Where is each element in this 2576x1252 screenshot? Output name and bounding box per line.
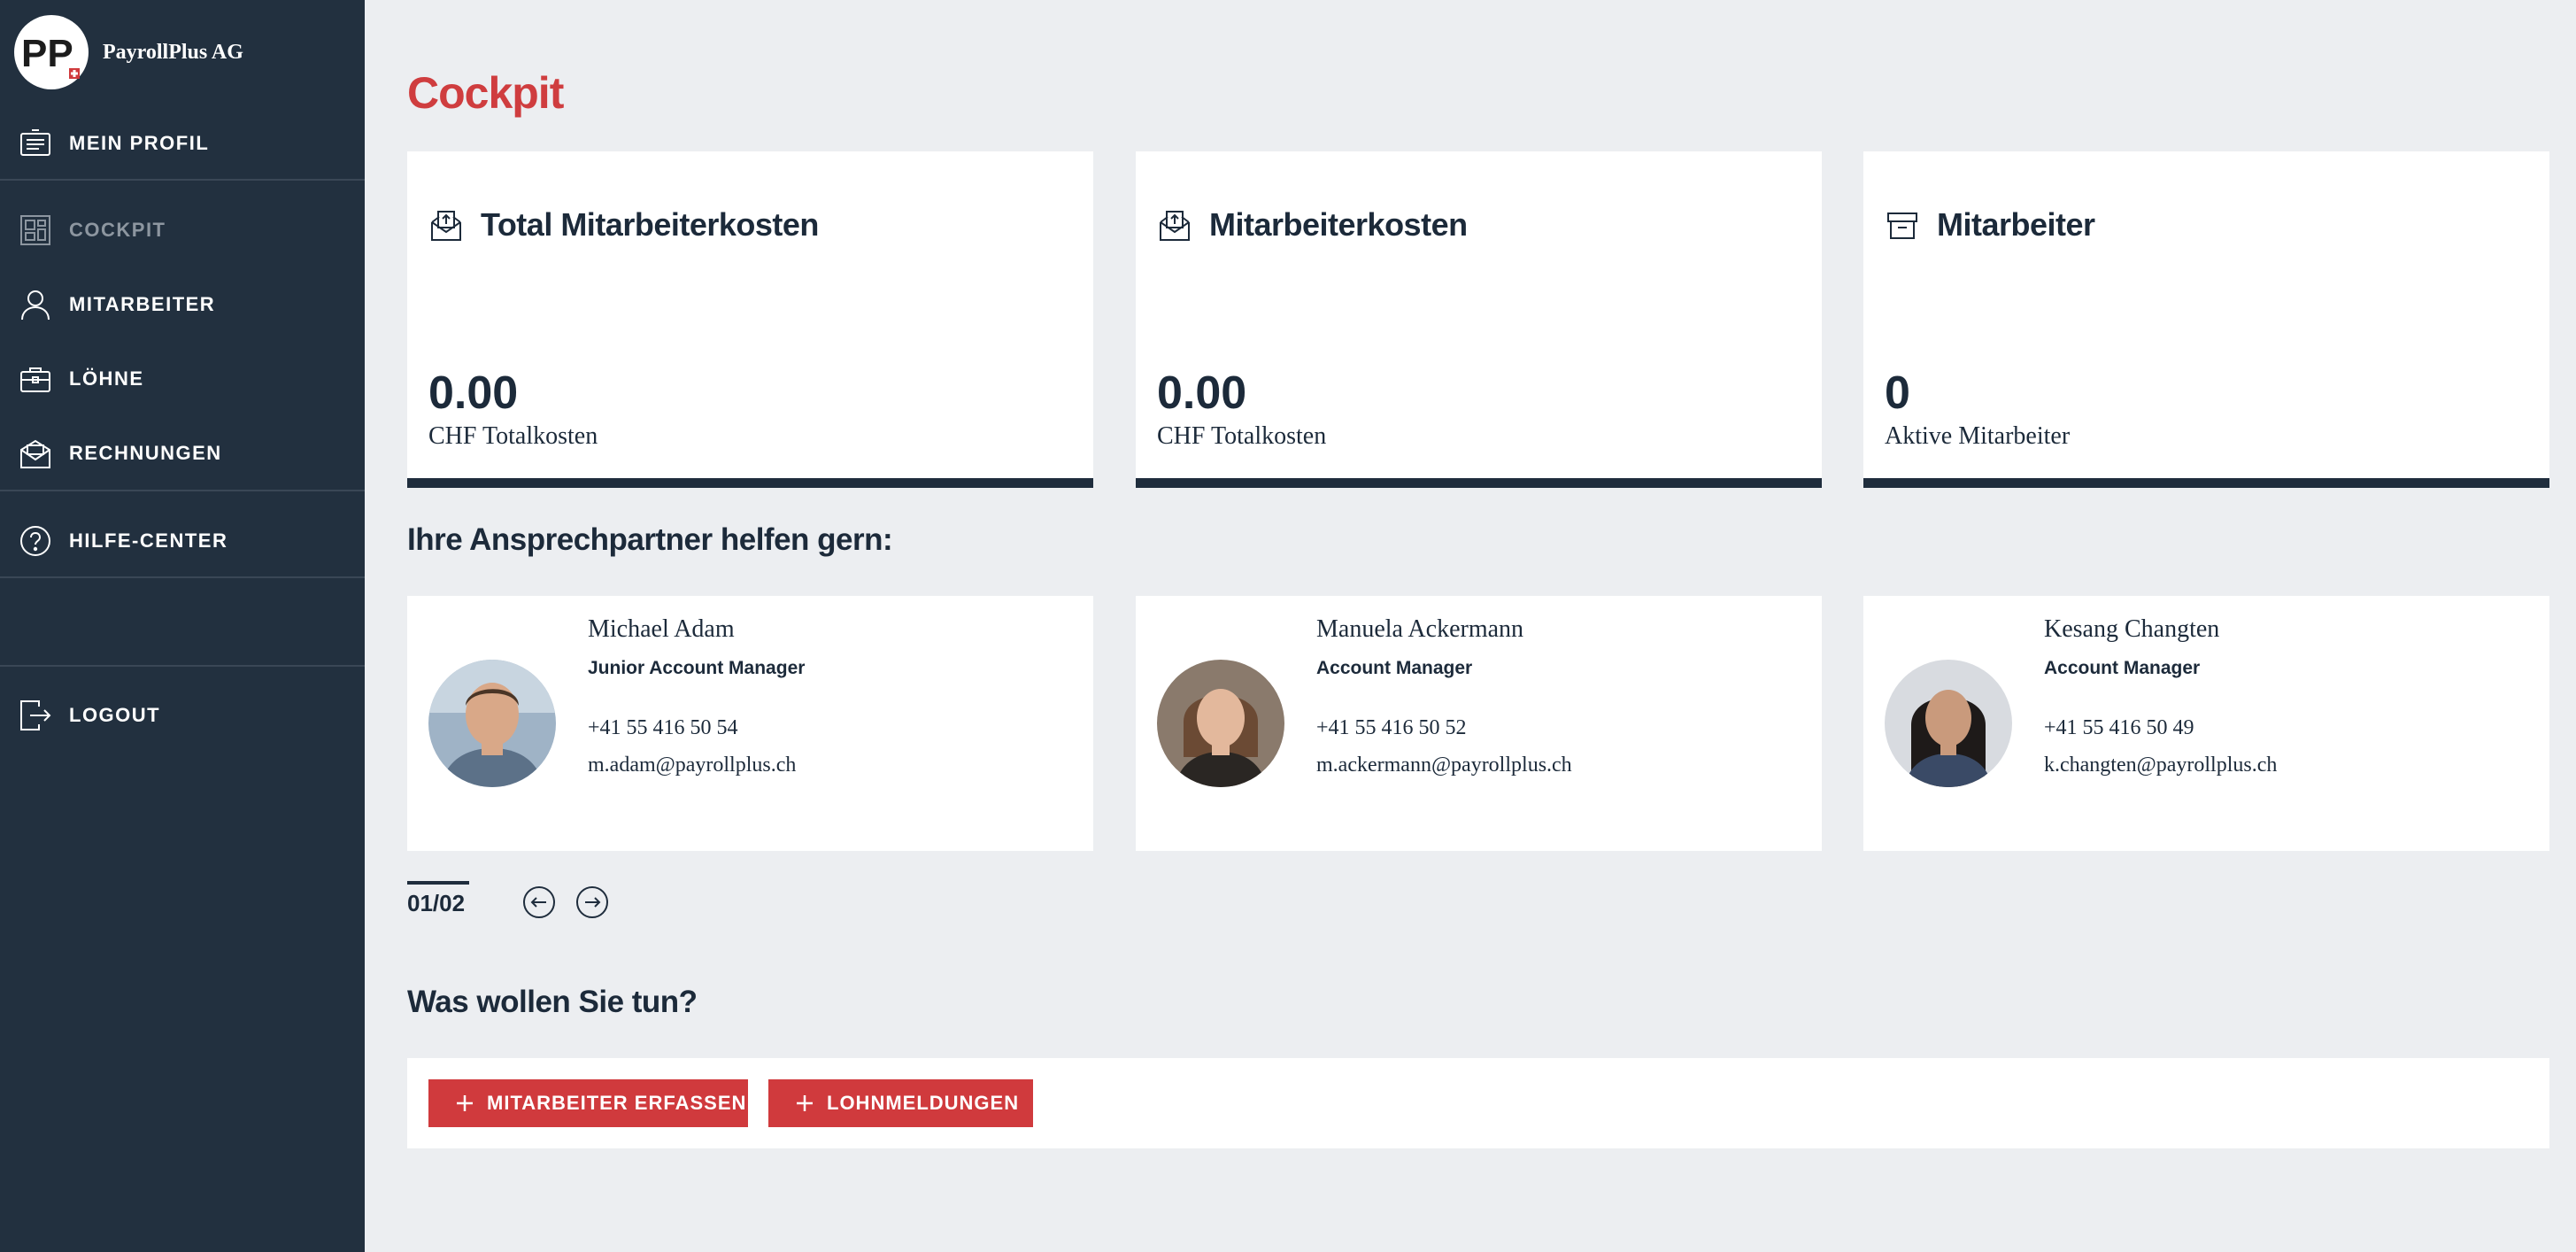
- contact-card: Michael Adam Junior Account Manager +41 …: [407, 596, 1093, 851]
- contact-card: Kesang Changten Account Manager +41 55 4…: [1863, 596, 2549, 851]
- contact-role: Junior Account Manager: [588, 658, 806, 678]
- sidebar-item-label: HILFE-CENTER: [69, 529, 228, 552]
- sidebar-item-label: MITARBEITER: [69, 293, 216, 315]
- sidebar-item-label: COCKPIT: [69, 219, 166, 241]
- profile-card-icon: [20, 129, 50, 156]
- plus-icon: [457, 1095, 473, 1111]
- archive-box-icon: [1887, 213, 1917, 239]
- avatar: [1157, 660, 1284, 787]
- stat-subtitle: Aktive Mitarbeiter: [1885, 422, 2071, 450]
- help-icon: [20, 526, 50, 556]
- briefcase-icon: [20, 367, 50, 392]
- contacts-section-title: Ihre Ansprechpartner helfen gern:: [407, 522, 893, 557]
- pager-text: 01/02: [407, 890, 466, 916]
- sidebar-item-label: LOGOUT: [69, 704, 161, 726]
- person-icon: [21, 290, 50, 321]
- stat-subtitle: CHF Totalkosten: [428, 422, 598, 450]
- action-label: MITARBEITER ERFASSEN: [487, 1092, 747, 1114]
- plus-icon: [797, 1095, 813, 1111]
- stat-card-total-mitarbeiterkosten: Total Mitarbeiterkosten 0.00 CHF Totalko…: [407, 151, 1093, 488]
- stat-value: 0.00: [428, 367, 519, 419]
- sidebar-item-mein-profil[interactable]: MEIN PROFIL: [0, 108, 365, 179]
- envelope-upload-icon: [1160, 211, 1190, 241]
- envelope-upload-icon: [431, 211, 461, 241]
- sidebar-item-loehne[interactable]: LÖHNE: [0, 344, 365, 414]
- sidebar-divider: [0, 665, 365, 667]
- contact-phone[interactable]: +41 55 416 50 54: [588, 716, 738, 740]
- logout-icon: [20, 700, 51, 730]
- sidebar-item-rechnungen[interactable]: RECHNUNGEN: [0, 418, 365, 489]
- stat-title: Mitarbeiterkosten: [1209, 206, 1468, 243]
- sidebar-item-label: RECHNUNGEN: [69, 442, 222, 464]
- contact-phone[interactable]: +41 55 416 50 52: [1316, 716, 1467, 740]
- sidebar-item-logout[interactable]: LOGOUT: [0, 680, 365, 751]
- contact-phone[interactable]: +41 55 416 50 49: [2044, 716, 2194, 740]
- stat-title: Total Mitarbeiterkosten: [481, 206, 819, 243]
- previous-button[interactable]: [523, 886, 555, 918]
- avatar: [428, 660, 556, 787]
- page-title: Cockpit: [407, 68, 564, 118]
- stat-title: Mitarbeiter: [1937, 206, 2095, 243]
- contact-name: Michael Adam: [588, 615, 735, 643]
- contact-card: Manuela Ackermann Account Manager +41 55…: [1136, 596, 1822, 851]
- sidebar-item-label: LÖHNE: [69, 367, 144, 390]
- contact-email[interactable]: m.ackermann@payrollplus.ch: [1316, 754, 1572, 777]
- stat-card-mitarbeiter: Mitarbeiter 0 Aktive Mitarbeiter: [1863, 151, 2549, 488]
- contact-name: Manuela Ackermann: [1316, 615, 1524, 643]
- stat-subtitle: CHF Totalkosten: [1157, 422, 1327, 450]
- avatar: [1885, 660, 2012, 787]
- sidebar-item-hilfe-center[interactable]: HILFE-CENTER: [0, 506, 365, 576]
- actions-panel: MITARBEITER ERFASSEN LOHNMELDUNGEN: [407, 1058, 2549, 1148]
- sidebar-divider: [0, 576, 365, 578]
- arrow-right-icon: [585, 897, 601, 908]
- sidebar: PP PayrollPlus AG MEIN PROFIL COCKPIT MI…: [0, 0, 365, 1252]
- actions-section-title: Was wollen Sie tun?: [407, 985, 698, 1019]
- contact-role: Account Manager: [2044, 658, 2201, 678]
- sidebar-divider: [0, 179, 365, 181]
- brand[interactable]: PP PayrollPlus AG: [14, 14, 243, 90]
- stat-value: 0.00: [1157, 367, 1247, 419]
- next-button[interactable]: [576, 886, 608, 918]
- contact-email[interactable]: k.changten@payrollplus.ch: [2044, 754, 2277, 777]
- contact-name: Kesang Changten: [2044, 615, 2220, 643]
- contact-role: Account Manager: [1316, 658, 1473, 678]
- arrow-left-icon: [530, 897, 546, 908]
- stat-value: 0: [1885, 367, 1910, 419]
- payrollplus-logo: PP: [14, 15, 89, 89]
- brand-name: PayrollPlus AG: [103, 40, 243, 64]
- dashboard-icon: [20, 215, 50, 245]
- envelope-icon: [20, 439, 50, 468]
- mitarbeiter-erfassen-button[interactable]: MITARBEITER ERFASSEN: [428, 1079, 748, 1127]
- action-label: LOHNMELDUNGEN: [827, 1092, 1020, 1114]
- sidebar-item-mitarbeiter[interactable]: MITARBEITER: [0, 269, 365, 340]
- stat-card-mitarbeiterkosten: Mitarbeiterkosten 0.00 CHF Totalkosten: [1136, 151, 1822, 488]
- lohnmeldungen-button[interactable]: LOHNMELDUNGEN: [768, 1079, 1033, 1127]
- pager-indicator: [407, 881, 469, 885]
- logo-lettering: PP: [21, 32, 73, 75]
- sidebar-divider: [0, 490, 365, 491]
- contact-email[interactable]: m.adam@payrollplus.ch: [588, 754, 796, 777]
- sidebar-item-label: MEIN PROFIL: [69, 132, 210, 154]
- sidebar-item-cockpit[interactable]: COCKPIT: [0, 195, 365, 266]
